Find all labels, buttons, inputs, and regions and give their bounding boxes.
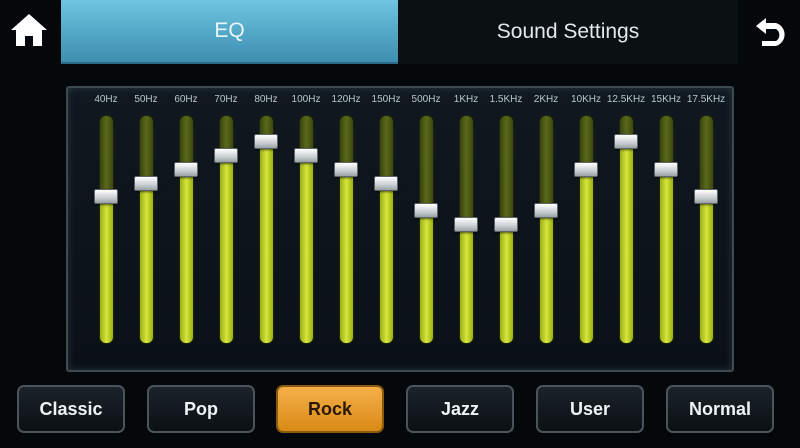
eq-slider-knob[interactable]	[574, 161, 598, 177]
eq-slider-knob[interactable]	[374, 175, 398, 191]
eq-slider-fill	[380, 184, 393, 343]
eq-band-slider[interactable]: 1KHz	[448, 88, 484, 370]
preset-label: Classic	[39, 398, 103, 419]
eq-slider-fill	[580, 170, 593, 343]
preset-label: Normal	[688, 398, 751, 419]
eq-band-slider[interactable]: 12.5KHz	[607, 88, 645, 370]
eq-slider-fill	[220, 156, 233, 343]
eq-slider-knob[interactable]	[294, 148, 318, 164]
eq-slider-knob[interactable]	[614, 134, 638, 150]
eq-slider-track[interactable]	[619, 115, 634, 344]
eq-slider-track[interactable]	[139, 115, 154, 344]
eq-slider-knob[interactable]	[494, 216, 518, 232]
eq-band-slider[interactable]: 100Hz	[288, 88, 324, 370]
preset-label: Pop	[184, 398, 218, 419]
eq-slider-knob[interactable]	[694, 189, 718, 205]
eq-slider-knob[interactable]	[534, 203, 558, 219]
eq-slider-fill	[300, 156, 313, 343]
eq-band-slider[interactable]: 150Hz	[368, 88, 404, 370]
eq-slider-fill	[260, 143, 273, 343]
preset-button-rock[interactable]: Rock	[276, 385, 384, 433]
eq-slider-knob[interactable]	[94, 189, 118, 205]
eq-slider-track[interactable]	[539, 115, 554, 344]
eq-slider-track[interactable]	[419, 115, 434, 344]
top-bar: EQ Sound Settings	[0, 0, 800, 66]
eq-band-slider[interactable]: 120Hz	[328, 88, 364, 370]
eq-band-slider[interactable]: 1.5KHz	[488, 88, 524, 370]
eq-slider-knob[interactable]	[174, 161, 198, 177]
eq-band-slider[interactable]: 60Hz	[168, 88, 204, 370]
home-icon	[11, 14, 47, 46]
eq-band-slider[interactable]: 80Hz	[248, 88, 284, 370]
eq-slider-track[interactable]	[339, 115, 354, 344]
preset-button-classic[interactable]: Classic	[17, 385, 125, 433]
preset-button-jazz[interactable]: Jazz	[406, 385, 514, 433]
home-button[interactable]	[8, 10, 50, 50]
eq-band-slider[interactable]: 70Hz	[208, 88, 244, 370]
eq-slider-fill	[180, 170, 193, 343]
eq-slider-knob[interactable]	[454, 216, 478, 232]
eq-slider-fill	[660, 170, 673, 343]
eq-slider-track[interactable]	[379, 115, 394, 344]
eq-slider-fill	[100, 197, 113, 343]
preset-label: Rock	[307, 398, 352, 419]
eq-slider-knob[interactable]	[334, 161, 358, 177]
eq-slider-fill	[340, 170, 353, 343]
preset-button-normal[interactable]: Normal	[666, 385, 774, 433]
tab-sound-settings[interactable]: Sound Settings	[398, 0, 738, 64]
eq-band-slider[interactable]: 17.5KHz	[687, 88, 725, 370]
preset-label: User	[569, 398, 611, 419]
eq-band-slider[interactable]: 15KHz	[648, 88, 684, 370]
eq-slider-track[interactable]	[579, 115, 594, 344]
eq-slider-fill	[540, 211, 553, 343]
back-arrow-icon	[756, 18, 785, 46]
eq-slider-track[interactable]	[179, 115, 194, 344]
tab-sound-settings-label: Sound Settings	[496, 20, 640, 43]
eq-slider-track[interactable]	[699, 115, 714, 344]
preset-label: Jazz	[440, 398, 480, 419]
eq-slider-knob[interactable]	[134, 175, 158, 191]
tab-eq-label: EQ	[214, 19, 245, 42]
eq-slider-fill	[140, 184, 153, 343]
eq-slider-track[interactable]	[99, 115, 114, 344]
eq-slider-knob[interactable]	[254, 134, 278, 150]
eq-band-slider[interactable]: 500Hz	[408, 88, 444, 370]
eq-slider-track[interactable]	[659, 115, 674, 344]
preset-button-pop[interactable]: Pop	[147, 385, 255, 433]
tab-eq[interactable]: EQ	[61, 0, 398, 64]
preset-button-user[interactable]: User	[536, 385, 644, 433]
eq-band-label: 17.5KHz	[686, 94, 726, 105]
eq-slider-knob[interactable]	[214, 148, 238, 164]
eq-slider-fill	[460, 224, 473, 343]
equalizer-panel: 40Hz 50Hz 60Hz 70Hz 80Hz 100Hz 120Hz 150Hz 500Hz…	[66, 86, 734, 372]
eq-band-slider[interactable]: 10KHz	[568, 88, 604, 370]
back-button[interactable]	[752, 10, 792, 50]
eq-slider-fill	[420, 211, 433, 343]
eq-slider-fill	[700, 197, 713, 343]
eq-slider-fill	[500, 224, 513, 343]
eq-band-slider[interactable]: 2KHz	[528, 88, 564, 370]
eq-slider-knob[interactable]	[654, 161, 678, 177]
eq-band-slider[interactable]: 50Hz	[128, 88, 164, 370]
eq-band-slider[interactable]: 40Hz	[88, 88, 124, 370]
eq-slider-knob[interactable]	[414, 203, 438, 219]
eq-slider-fill	[620, 143, 633, 343]
eq-slider-track[interactable]	[259, 115, 274, 344]
